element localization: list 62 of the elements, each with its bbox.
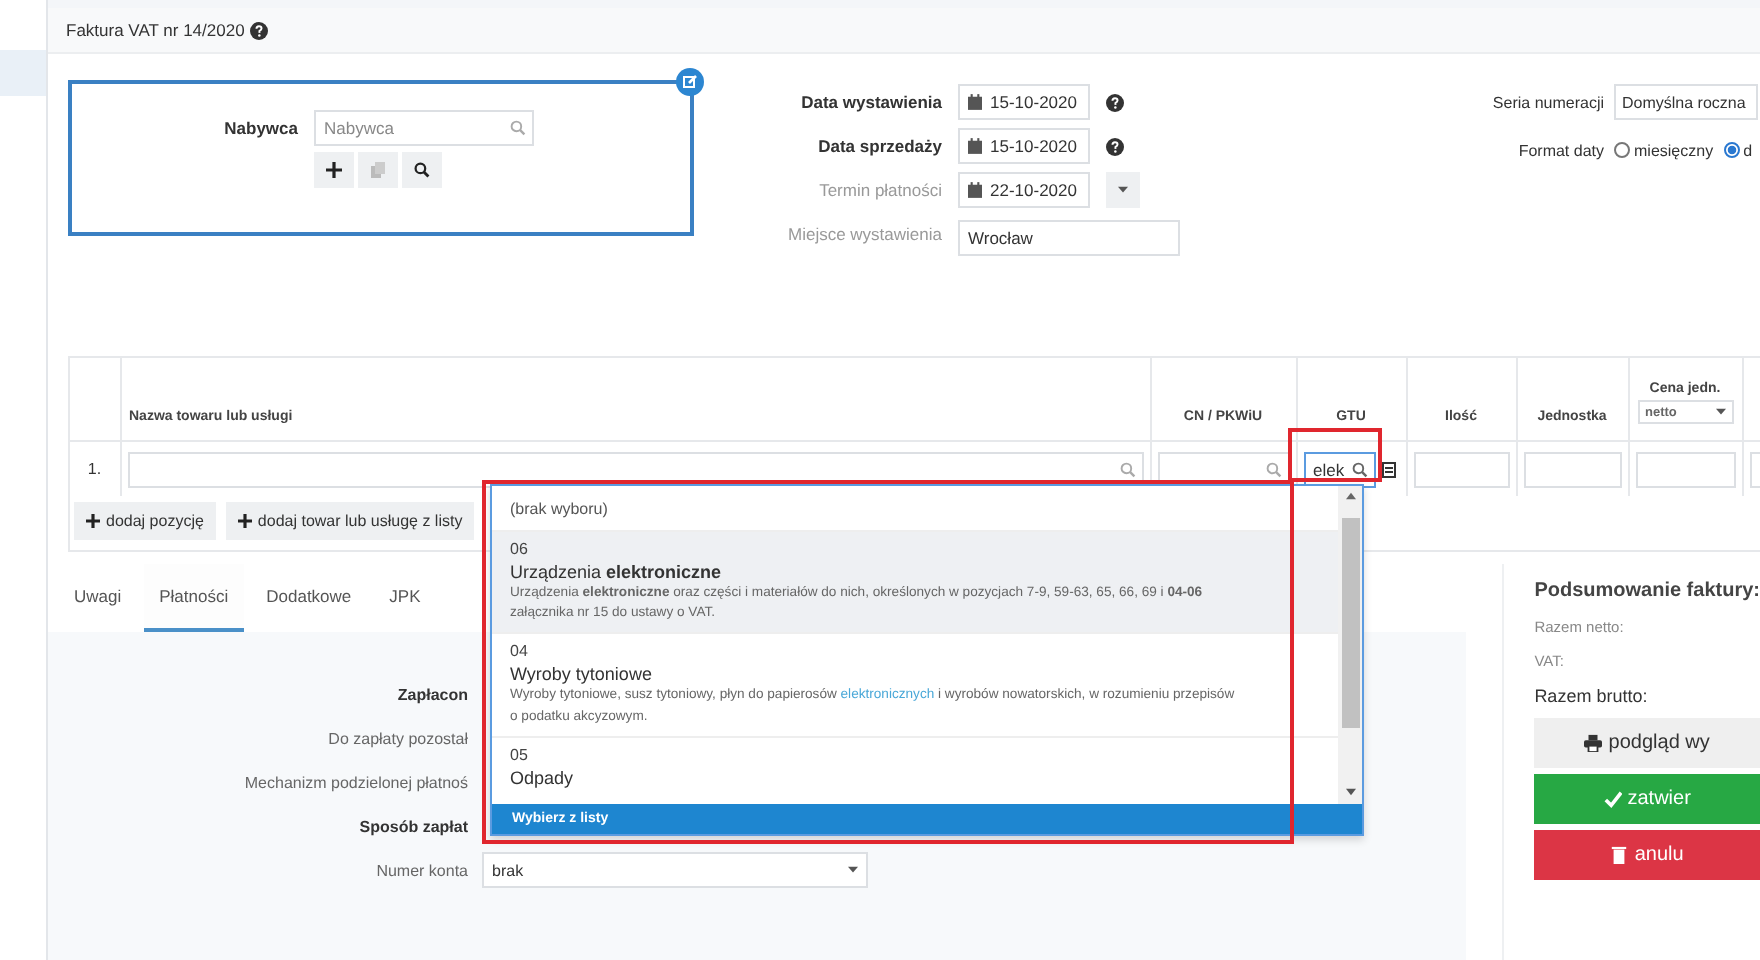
- calendar-icon: [968, 182, 982, 198]
- form-label: Mechanizm podzielonej płatnoś: [242, 773, 468, 791]
- search-icon: [1119, 461, 1135, 477]
- quantity-field[interactable]: [1413, 451, 1509, 487]
- caret-icon: [848, 866, 858, 874]
- summary-title: Podsumowanie faktury:: [1534, 580, 1760, 602]
- date-label: Miejsce wystawienia: [786, 224, 942, 244]
- copy-icon: [370, 162, 386, 178]
- date-label: Data wystawienia: [799, 92, 942, 112]
- help-icon: [250, 21, 269, 39]
- plus-icon: [237, 514, 252, 528]
- calendar-icon: [968, 94, 982, 110]
- price-field[interactable]: [1635, 451, 1735, 487]
- date-label: Data sprzedaży: [816, 136, 942, 156]
- printer-icon: [1584, 734, 1603, 752]
- dropdown-button[interactable]: [1106, 172, 1140, 208]
- add-button[interactable]: [314, 152, 354, 188]
- form-label: Sposób zapłat: [357, 817, 468, 835]
- list-icon[interactable]: [1381, 461, 1395, 477]
- form-label: Zapłacon: [395, 685, 468, 703]
- cancel-button[interactable]: anulu: [1534, 830, 1760, 880]
- plus-icon: [86, 514, 100, 528]
- check-icon: [1603, 790, 1622, 808]
- help-icon: [1106, 137, 1124, 155]
- preview-button[interactable]: podgląd wy: [1534, 718, 1760, 768]
- numbering-label: Seria numeracji: [1492, 93, 1604, 111]
- account-select[interactable]: brak: [482, 852, 868, 888]
- numbering-select[interactable]: Domyślna roczna: [1614, 84, 1758, 120]
- dropdown-option[interactable]: (brak wyboru): [492, 486, 1338, 530]
- scrollbar[interactable]: [1338, 486, 1362, 804]
- search-icon: [1265, 461, 1281, 477]
- form-label: Do zapłaty pozostał: [326, 729, 468, 747]
- form-label: Numer konta: [374, 861, 468, 879]
- help-icon: [1106, 93, 1124, 111]
- trash-icon: [1610, 846, 1629, 864]
- plus-icon: [326, 162, 342, 178]
- search-icon: [510, 120, 526, 136]
- scroll-down-icon[interactable]: [1345, 788, 1355, 796]
- add-row-button[interactable]: dodaj pozycję: [74, 502, 216, 540]
- caret-icon: [1118, 186, 1128, 194]
- dropdown-option[interactable]: 05 Odpady: [492, 735, 1338, 796]
- buyer-label: Nabywca: [222, 118, 298, 138]
- date-label: Termin płatności: [817, 180, 942, 200]
- search-button[interactable]: [402, 152, 442, 188]
- summary-label: Razem brutto:: [1534, 686, 1650, 706]
- calendar-icon: [968, 138, 982, 154]
- unit-field[interactable]: [1523, 451, 1621, 487]
- date-field[interactable]: 22-10-2020: [958, 172, 1090, 208]
- scroll-up-icon[interactable]: [1345, 492, 1355, 500]
- search-icon: [414, 162, 430, 178]
- invoice-title: Faktura VAT nr 14/2020: [66, 20, 245, 40]
- place-field[interactable]: Wrocław: [958, 220, 1180, 256]
- date-format-label: Format daty: [1516, 141, 1604, 159]
- date-field[interactable]: 15-10-2020: [958, 84, 1090, 120]
- date-format-radio[interactable]: miesięczny: [1614, 141, 1714, 159]
- edit-icon[interactable]: [676, 68, 704, 96]
- add-row-button[interactable]: dodaj towar lub usługę z listy: [225, 502, 475, 540]
- caret-icon: [1715, 408, 1725, 416]
- search-icon: [1352, 461, 1369, 477]
- row-number: 1.: [87, 460, 102, 478]
- buyer-field[interactable]: Nabywca: [314, 110, 534, 146]
- date-field[interactable]: 15-10-2020: [958, 128, 1090, 164]
